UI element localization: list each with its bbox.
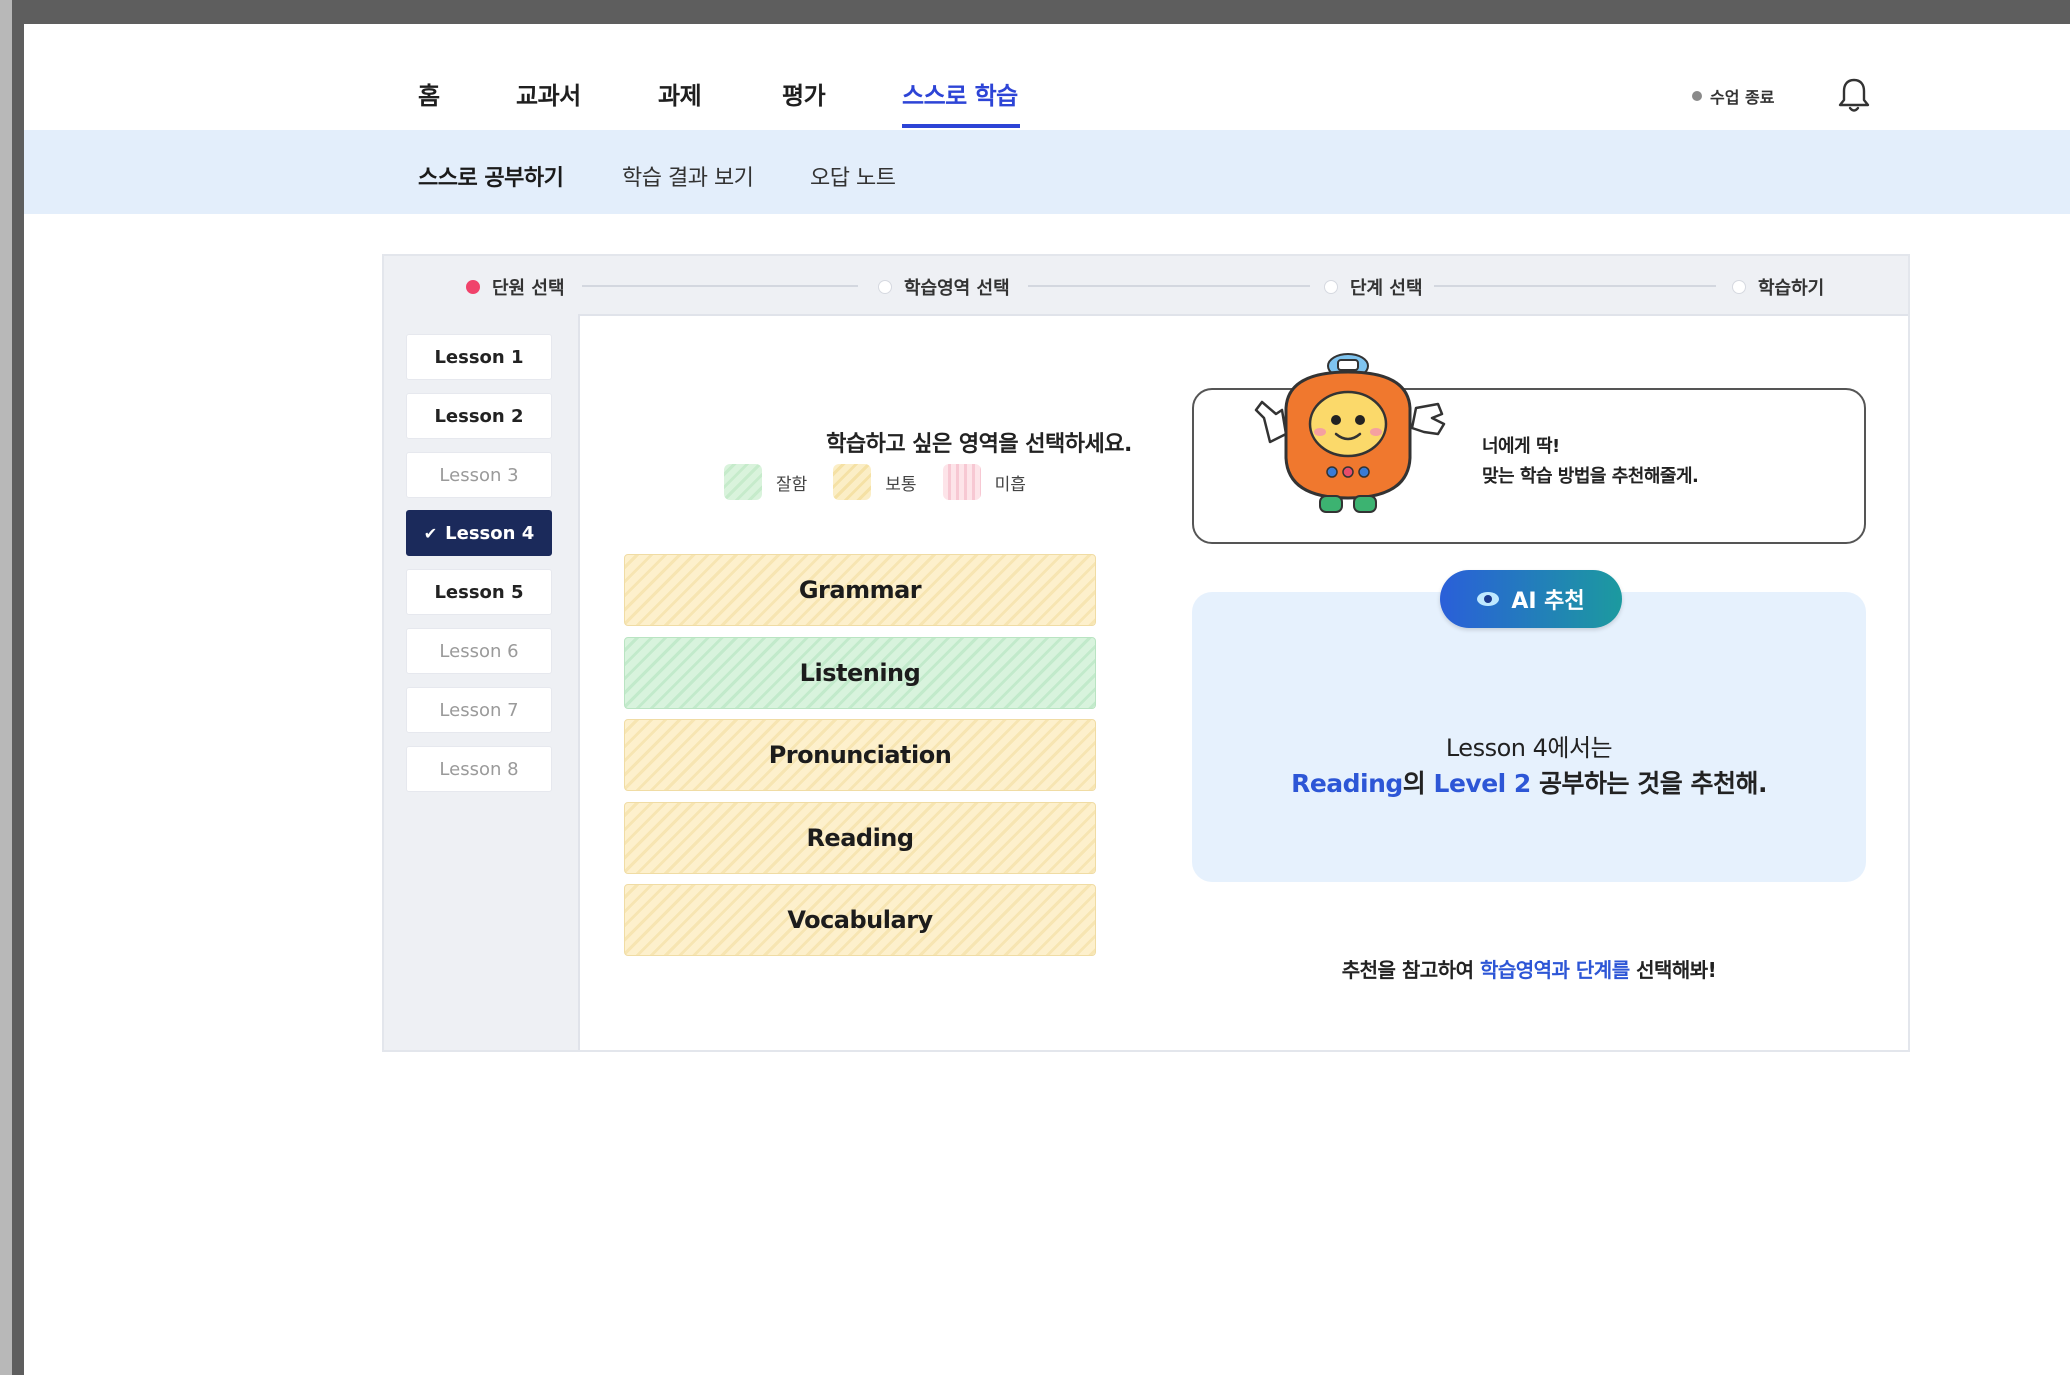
step-dot-active-icon: [466, 280, 480, 294]
check-icon: ✔: [423, 523, 438, 543]
lesson-label: Lesson 2: [434, 405, 524, 427]
subnav-wrong-notes[interactable]: 오답 노트: [810, 160, 896, 192]
step-dot-icon: [1732, 280, 1746, 294]
nav-textbook[interactable]: 교과서: [516, 76, 581, 111]
ai-eye-icon: [1477, 592, 1500, 606]
lesson-item-2[interactable]: Lesson 2: [406, 393, 552, 439]
study-card: 단원 선택 학습영역 선택 단계 선택 학습하기 Lesson 1 Lesson…: [382, 254, 1910, 1052]
step-connector: [582, 285, 858, 287]
area-button-pronunciation[interactable]: Pronunciation: [624, 719, 1096, 791]
window-top-border: [0, 0, 2070, 24]
bubble-text: 너에게 딱! 맞는 학습 방법을 추천해줄게.: [1482, 432, 1699, 492]
lesson-item-7: Lesson 7: [406, 687, 552, 733]
top-nav: 홈 교과서 과제 평가 스스로 학습 수업 종료: [24, 24, 2070, 130]
recommend-particle: 의: [1402, 769, 1434, 798]
step-label: 학습하기: [1758, 278, 1825, 299]
lesson-item-8: Lesson 8: [406, 746, 552, 792]
step-dot-icon: [878, 280, 892, 294]
mascot-character-icon: [1254, 353, 1446, 513]
hint-suffix: 선택해봐!: [1629, 958, 1717, 982]
hint-highlight: 학습영역과 단계를: [1479, 958, 1630, 982]
step-connector: [1434, 285, 1716, 287]
nav-self-study[interactable]: 스스로 학습: [902, 76, 1018, 111]
legend-good-label: 잘함: [776, 474, 808, 495]
lesson-item-3: Lesson 3: [406, 452, 552, 498]
step-label: 단계 선택: [1350, 278, 1423, 299]
lesson-label: Lesson 1: [434, 346, 524, 368]
nav-assignment[interactable]: 과제: [658, 76, 702, 111]
legend-mid-swatch: [833, 464, 872, 500]
lesson-label: Lesson 5: [434, 581, 524, 603]
window-left-inner-border: [12, 18, 24, 1375]
area-prompt: 학습하고 싶은 영역을 선택하세요.: [826, 432, 1132, 457]
lesson-item-4[interactable]: ✔ Lesson 4: [406, 510, 552, 556]
nav-active-underline: [902, 124, 1020, 128]
step-unit: 단원 선택: [466, 274, 565, 300]
lesson-label: Lesson 8: [439, 758, 519, 780]
bell-icon[interactable]: [1836, 76, 1872, 114]
lesson-label: Lesson 7: [439, 699, 519, 721]
step-area: 학습영역 선택: [878, 274, 1010, 300]
legend-mid-label: 보통: [885, 474, 917, 495]
area-button-grammar[interactable]: Grammar: [624, 554, 1096, 626]
hint-prefix: 추천을 참고하여: [1341, 958, 1480, 982]
subnav-results[interactable]: 학습 결과 보기: [622, 160, 754, 192]
area-button-reading[interactable]: Reading: [624, 802, 1096, 874]
recommend-line-1: Lesson 4에서는: [1445, 734, 1613, 762]
recommend-hint: 추천을 참고하여 학습영역과 단계를 선택해봐!: [1192, 954, 1866, 983]
bubble-line-2: 맞는 학습 방법을 추천해줄게.: [1482, 466, 1699, 487]
recommend-level: Level 2: [1433, 769, 1532, 798]
area-button-vocabulary[interactable]: Vocabulary: [624, 884, 1096, 956]
legend-low-swatch: [942, 464, 981, 500]
sub-nav: 스스로 공부하기 학습 결과 보기 오답 노트: [24, 130, 2070, 214]
end-class-label: 수업 종료: [1710, 88, 1775, 107]
subnav-self-study[interactable]: 스스로 공부하기: [418, 160, 564, 192]
bubble-line-1: 너에게 딱!: [1482, 436, 1560, 457]
step-learn: 학습하기: [1732, 274, 1824, 300]
nav-home[interactable]: 홈: [418, 76, 440, 111]
app-canvas: 홈 교과서 과제 평가 스스로 학습 수업 종료 스스로 공부하기 학습 결과 …: [24, 24, 2070, 1375]
lesson-label: Lesson 6: [439, 640, 519, 662]
ai-badge-label: AI 추천: [1511, 589, 1585, 614]
nav-evaluation[interactable]: 평가: [782, 76, 826, 111]
progress-stepper: 단원 선택 학습영역 선택 단계 선택 학습하기: [384, 256, 1908, 316]
recommend-area: Reading: [1291, 769, 1403, 798]
lesson-label: Lesson 4: [445, 522, 535, 544]
step-level: 단계 선택: [1324, 274, 1423, 300]
step-dot-icon: [1324, 280, 1338, 294]
legend-good-swatch: [724, 464, 762, 500]
step-connector: [1028, 285, 1310, 287]
ai-recommend-badge: AI 추천: [1440, 570, 1622, 628]
status-dot-icon: [1692, 91, 1702, 101]
recommend-line-2: Reading의 Level 2 공부하는 것을 추천해.: [1192, 764, 1866, 800]
step-label: 학습영역 선택: [904, 278, 1010, 299]
lesson-item-1[interactable]: Lesson 1: [406, 334, 552, 380]
lesson-item-6: Lesson 6: [406, 628, 552, 674]
legend-low-label: 미흡: [994, 474, 1026, 495]
window-left-border: [0, 0, 12, 1375]
lesson-item-5[interactable]: Lesson 5: [406, 569, 552, 615]
recommend-rest: 공부하는 것을 추천해.: [1530, 769, 1767, 798]
performance-legend: 잘함 보통 미흡: [724, 464, 1026, 500]
area-button-listening[interactable]: Listening: [624, 637, 1096, 709]
lesson-sidebar: Lesson 1 Lesson 2 Lesson 3 ✔ Lesson 4 Le…: [384, 314, 580, 1050]
lesson-label: Lesson 3: [439, 464, 519, 486]
end-class-button[interactable]: 수업 종료: [1692, 84, 1774, 108]
step-label: 단원 선택: [492, 278, 565, 299]
